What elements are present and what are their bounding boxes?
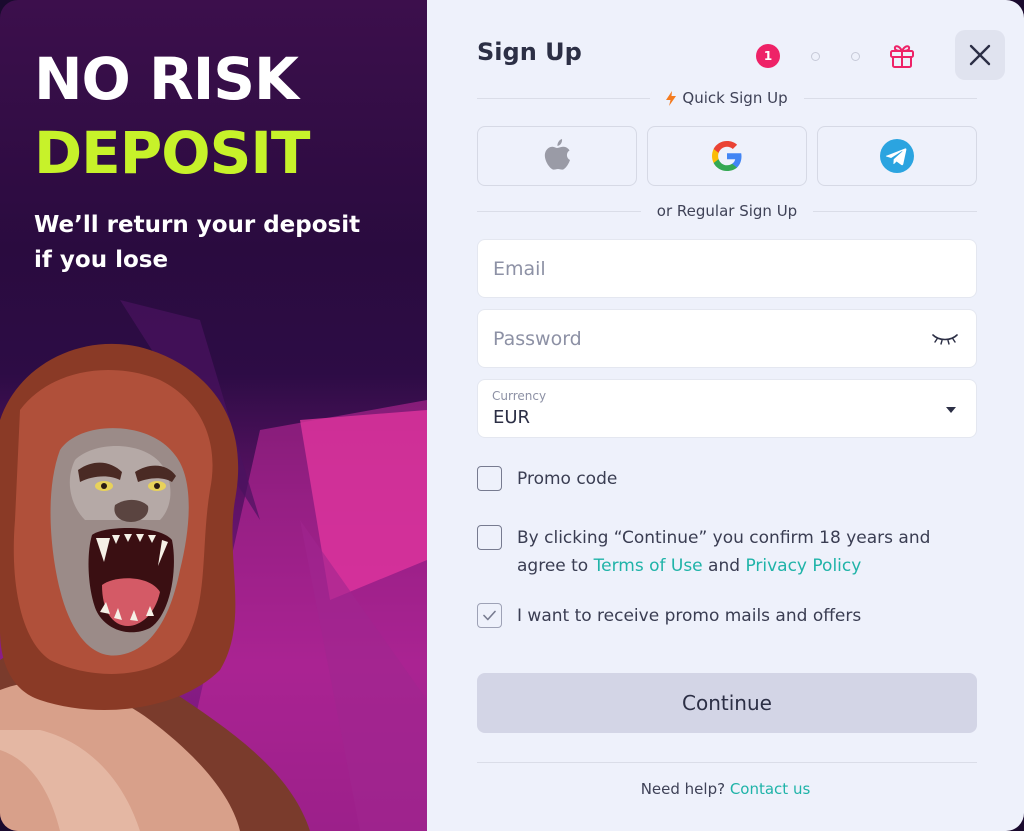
social-login-group bbox=[477, 126, 977, 186]
email-field[interactable]: Email bbox=[477, 239, 977, 298]
signup-stepper: 1 bbox=[756, 43, 860, 69]
google-icon bbox=[712, 141, 742, 171]
google-signup-button[interactable] bbox=[647, 126, 807, 186]
quick-signup-divider: Quick Sign Up bbox=[477, 89, 978, 107]
gorilla-illustration bbox=[0, 343, 310, 831]
signup-modal: NO RISK DEPOSIT We’ll return your deposi… bbox=[0, 0, 1024, 831]
terms-text: By clicking “Continue” you confirm 18 ye… bbox=[517, 524, 977, 580]
terms-row: By clicking “Continue” you confirm 18 ye… bbox=[477, 524, 977, 580]
contact-us-link[interactable]: Contact us bbox=[730, 780, 810, 798]
telegram-signup-button[interactable] bbox=[817, 126, 977, 186]
help-text: Need help? bbox=[640, 780, 730, 798]
regular-signup-label: or Regular Sign Up bbox=[656, 202, 798, 220]
continue-button[interactable]: Continue bbox=[477, 673, 977, 733]
signup-form-panel: Sign Up 1 Quick Sign Up or Regular Sign … bbox=[427, 0, 1024, 831]
apple-signup-button[interactable] bbox=[477, 126, 637, 186]
signup-title: Sign Up bbox=[477, 38, 582, 66]
apple-icon bbox=[544, 139, 570, 170]
password-placeholder: Password bbox=[493, 328, 582, 350]
promo-headline-line1: NO RISK bbox=[34, 45, 299, 113]
email-placeholder: Email bbox=[493, 258, 546, 280]
promo-headline-line2: DEPOSIT bbox=[34, 119, 310, 187]
promo-code-label[interactable]: Promo code bbox=[517, 465, 617, 493]
terms-and-text: and bbox=[702, 556, 746, 576]
divider-line bbox=[803, 97, 978, 99]
telegram-icon bbox=[880, 139, 914, 173]
step-indicator-3 bbox=[851, 51, 860, 61]
quick-signup-label: Quick Sign Up bbox=[682, 89, 788, 107]
lightning-icon bbox=[666, 90, 677, 106]
promo-code-row: Promo code bbox=[477, 465, 977, 493]
promo-mails-checkbox[interactable] bbox=[477, 603, 502, 628]
currency-label: Currency bbox=[492, 389, 547, 403]
step-indicator-2 bbox=[811, 51, 820, 61]
gift-icon bbox=[890, 45, 914, 68]
regular-signup-divider: or Regular Sign Up bbox=[477, 202, 977, 220]
terms-checkbox[interactable] bbox=[477, 525, 502, 550]
divider-line bbox=[813, 210, 977, 212]
promo-code-checkbox[interactable] bbox=[477, 466, 502, 491]
promo-panel: NO RISK DEPOSIT We’ll return your deposi… bbox=[0, 0, 427, 831]
terms-of-use-link[interactable]: Terms of Use bbox=[594, 556, 703, 576]
promo-subtitle-line2: if you lose bbox=[34, 247, 169, 273]
currency-value: EUR bbox=[493, 407, 531, 428]
promo-subtitle: We’ll return your deposit if you lose bbox=[34, 208, 394, 278]
currency-select[interactable]: Currency EUR bbox=[477, 379, 977, 438]
promo-headline: NO RISK DEPOSIT bbox=[34, 42, 310, 190]
footer-divider bbox=[477, 762, 977, 763]
privacy-policy-link[interactable]: Privacy Policy bbox=[745, 556, 861, 576]
divider-line bbox=[477, 210, 641, 212]
close-button[interactable] bbox=[955, 30, 1005, 80]
checkmark-icon bbox=[483, 610, 496, 621]
help-footer: Need help? Contact us bbox=[427, 780, 1024, 798]
step-indicator-active: 1 bbox=[756, 44, 780, 68]
eye-closed-icon[interactable] bbox=[932, 332, 958, 346]
promo-mails-row: I want to receive promo mails and offers bbox=[477, 602, 977, 630]
close-icon bbox=[969, 44, 991, 66]
promo-mails-label[interactable]: I want to receive promo mails and offers bbox=[517, 602, 861, 630]
caret-down-icon bbox=[946, 407, 956, 413]
divider-line bbox=[477, 97, 651, 99]
promo-subtitle-line1: We’ll return your deposit bbox=[34, 212, 361, 238]
password-field[interactable]: Password bbox=[477, 309, 977, 368]
